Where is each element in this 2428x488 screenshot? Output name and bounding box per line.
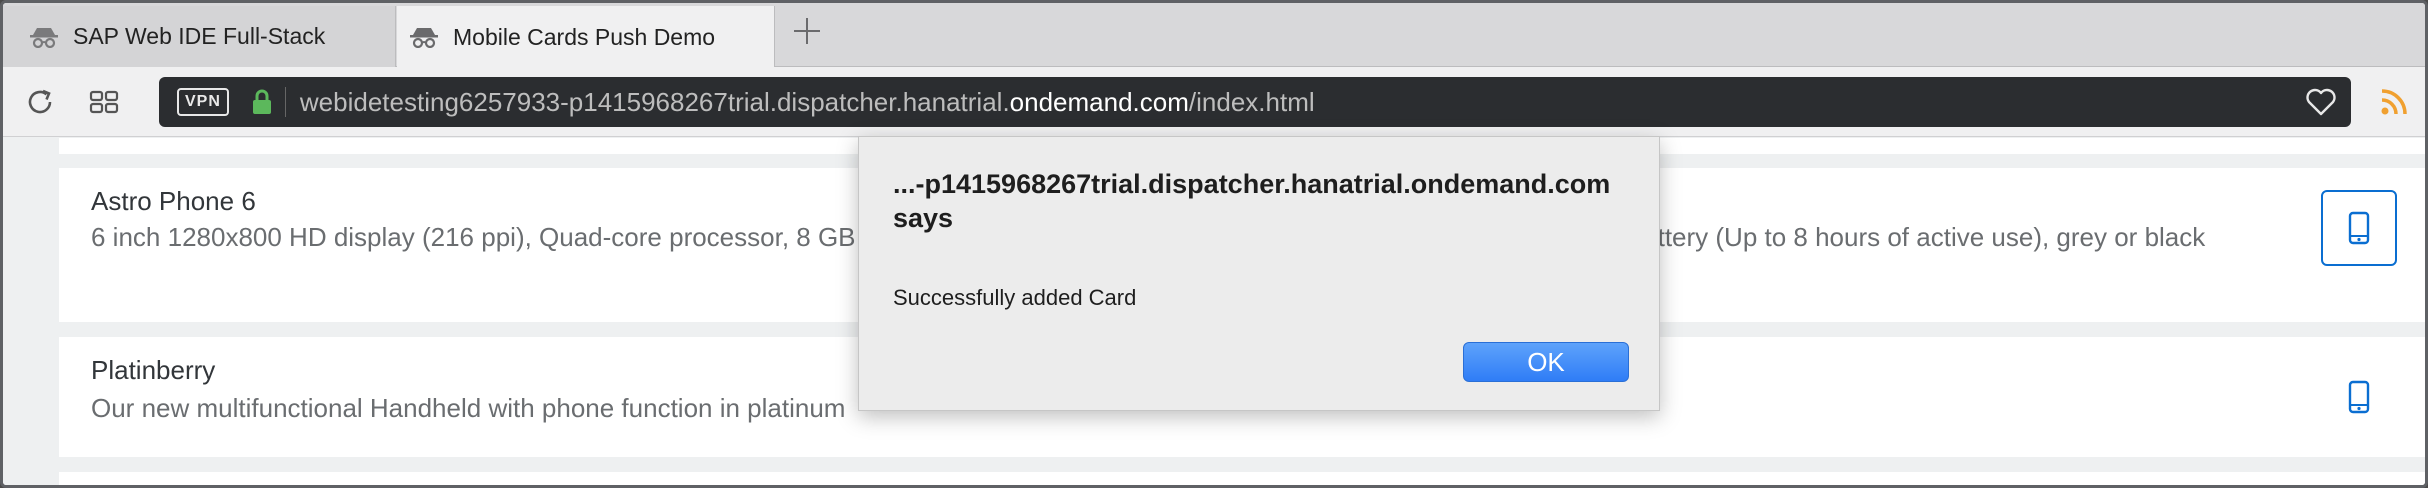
tab-label: Mobile Cards Push Demo bbox=[453, 23, 716, 50]
phone-icon bbox=[2348, 380, 2370, 414]
vpn-label: VPN bbox=[185, 93, 221, 110]
heart-icon[interactable] bbox=[2305, 87, 2337, 117]
alert-dialog: ...-p1415968267trial.dispatcher.hanatria… bbox=[858, 136, 1660, 411]
tab-label: SAP Web IDE Full-Stack bbox=[73, 23, 326, 49]
ok-button[interactable]: OK bbox=[1463, 342, 1629, 382]
product-description: Our new multifunctional Handheld with ph… bbox=[91, 393, 846, 423]
address-separator bbox=[284, 87, 286, 117]
product-title: Platinberry bbox=[91, 355, 216, 385]
incognito-icon bbox=[410, 28, 438, 48]
url-path: /index.html bbox=[1188, 86, 1315, 117]
phone-icon bbox=[2348, 211, 2370, 245]
dialog-message: Successfully added Card bbox=[893, 285, 1137, 310]
lock-icon[interactable] bbox=[251, 88, 273, 116]
tab-mobile-cards-push-demo[interactable]: Mobile Cards Push Demo bbox=[397, 6, 775, 68]
incognito-icon bbox=[30, 27, 58, 48]
address-bar[interactable]: VPN webidetesting6257933-p1415968267tria… bbox=[159, 77, 2351, 127]
list-item[interactable] bbox=[59, 472, 2425, 485]
tab-sap-web-ide[interactable]: SAP Web IDE Full-Stack bbox=[3, 6, 396, 67]
rss-icon[interactable] bbox=[2379, 87, 2409, 117]
url-prefix: webidetesting6257933-p1415968267trial.di… bbox=[299, 86, 1010, 117]
vpn-badge[interactable]: VPN bbox=[177, 88, 229, 116]
browser-window: SAP Web IDE Full-Stack Mobile Cards Push… bbox=[0, 0, 2428, 488]
plus-icon bbox=[794, 18, 820, 44]
add-card-button[interactable] bbox=[2321, 359, 2397, 435]
url-domain: ondemand.com bbox=[1009, 86, 1189, 117]
reload-icon[interactable] bbox=[23, 85, 57, 119]
browser-toolbar: VPN webidetesting6257933-p1415968267tria… bbox=[3, 67, 2425, 137]
new-tab-button[interactable] bbox=[791, 15, 823, 47]
dialog-title: ...-p1415968267trial.dispatcher.hanatria… bbox=[893, 169, 1611, 233]
product-title: Astro Phone 6 bbox=[91, 186, 256, 216]
add-card-button[interactable] bbox=[2321, 190, 2397, 266]
speed-dial-icon[interactable] bbox=[87, 85, 121, 119]
tab-bar: SAP Web IDE Full-Stack Mobile Cards Push… bbox=[3, 3, 2425, 68]
url-text[interactable]: webidetesting6257933-p1415968267trial.di… bbox=[300, 87, 1315, 118]
